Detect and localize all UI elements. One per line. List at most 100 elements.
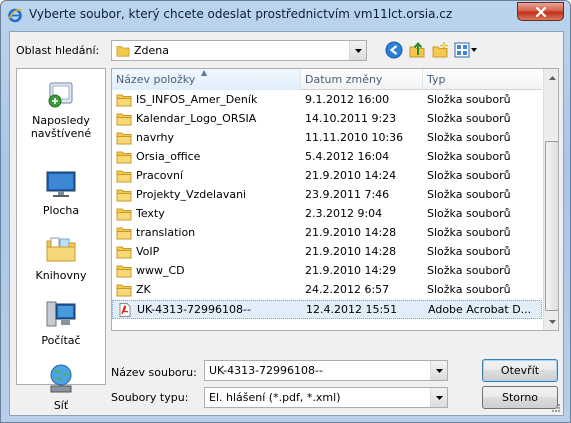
file-type: Složka souborů [427,150,511,163]
vertical-scrollbar[interactable] [543,69,558,330]
column-header-name[interactable]: ▲ Název položky [112,69,301,90]
recent-places-icon [48,82,73,108]
file-date: 5.4.2012 16:04 [305,150,390,163]
column-header-type[interactable]: Typ [423,69,542,90]
filename-label: Název souboru: [111,366,197,379]
pdf-icon [119,303,131,317]
file-type: Složka souborů [427,245,511,258]
lookin-value: Zdena [134,44,169,57]
column-header-date[interactable]: Datum změny [301,69,423,90]
sort-ascending-icon: ▲ [201,68,208,77]
filetype-label: Soubory typu: [111,391,189,404]
file-type: Složka souborů [427,264,511,277]
file-type: Složka souborů [427,131,511,144]
file-name: Projekty_Vzdelavani [136,188,247,201]
place-libraries[interactable]: Knihovny [17,232,105,282]
file-row[interactable]: www_CD 21.9.2010 14:29 Složka souborů [112,262,542,281]
filename-input[interactable]: UK-4313-72996108-- [209,364,323,377]
file-date: 21.9.2010 14:29 [305,264,397,277]
ie-icon [7,8,22,23]
folder-icon [116,113,132,126]
file-name: www_CD [136,264,185,277]
file-list[interactable]: ▲ Název položky Datum změny Typ IS_INFOS… [111,68,559,331]
file-name: Kalendar_Logo_ORSIA [136,112,257,125]
file-row[interactable]: navrhy 11.11.2010 10:36 Složka souborů [112,129,542,148]
file-name: Texty [136,207,165,220]
views-menu-icon [454,42,477,58]
folder-icon [116,132,132,145]
file-type: Složka souborů [427,169,511,182]
file-type: Adobe Acrobat D... [428,303,532,316]
folder-icon [116,46,130,57]
open-button[interactable]: Otevřít [482,359,558,382]
file-dialog-window: Vyberte soubor, který chcete odeslat pro… [0,0,571,423]
filetype-value: El. hlášení (*.pdf, *.xml) [209,391,341,404]
folder-icon [116,246,132,259]
file-row[interactable]: Orsia_office 5.4.2012 16:04 Složka souborů [112,148,542,167]
file-row[interactable]: Kalendar_Logo_ORSIA 14.10.2011 9:23 Složka… [112,110,542,129]
title-bar[interactable]: Vyberte soubor, který chcete odeslat pro… [1,1,570,29]
place-network[interactable]: Síť [17,362,105,412]
file-row[interactable]: ZK 24.2.2012 6:57 Složka souborů [112,281,542,300]
place-label: Síť [53,399,69,412]
up-folder-button[interactable] [406,39,428,61]
file-row[interactable]: UK-4313-72996108-- 12.4.2012 15:51 Adobe A… [112,300,542,319]
back-button[interactable] [383,39,405,61]
file-row[interactable]: IS_INFOS_Amer_Deník 9.1.2012 16:00 Složka … [112,91,542,110]
place-computer[interactable]: Počítač [17,297,105,347]
views-menu-button[interactable] [453,39,479,61]
file-row[interactable]: Pracovní 21.9.2010 14:24 Složka souborů [112,167,542,186]
chevron-down-icon [435,395,443,400]
filetype-dropdown-button[interactable] [430,388,447,407]
file-row[interactable]: VoIP 21.9.2010 14:28 Složka souborů [112,243,542,262]
chevron-down-icon [354,48,362,53]
file-type: Složka souborů [427,283,511,296]
new-folder-icon [432,41,449,58]
file-date: 11.11.2010 10:36 [305,131,404,144]
place-recent[interactable]: Naposledy navštívené [17,77,105,140]
scroll-down-button[interactable] [544,313,558,330]
network-icon [50,364,72,393]
file-date: 2.3.2012 9:04 [305,207,383,220]
file-name: ZK [136,283,151,296]
file-date: 23.9.2011 7:46 [305,188,390,201]
scrollbar-thumb[interactable] [545,141,558,311]
lookin-label: Oblast hledání: [16,44,100,57]
file-date: 9.1.2012 16:00 [305,93,390,106]
file-row[interactable]: Texty 2.3.2012 9:04 Složka souborů [112,205,542,224]
close-icon [535,6,546,17]
libraries-icon [46,237,76,262]
file-type: Složka souborů [427,207,511,220]
file-name: translation [136,226,196,239]
chevron-up-icon [548,75,556,80]
back-arrow-icon [385,41,403,59]
file-name: navrhy [136,131,175,144]
folder-icon [116,94,132,107]
file-row[interactable]: translation 21.9.2010 14:28 Složka souborů [112,224,542,243]
file-date: 12.4.2012 15:51 [306,303,398,316]
chevron-down-icon [435,368,443,373]
place-desktop[interactable]: Plocha [17,167,105,217]
folder-icon [116,265,132,278]
close-button[interactable] [517,2,564,21]
file-row[interactable]: Projekty_Vzdelavani 23.9.2011 7:46 Složka … [112,186,542,205]
filetype-combobox[interactable]: El. hlášení (*.pdf, *.xml) [204,387,448,408]
resize-grip-icon[interactable] [551,403,561,413]
file-date: 21.9.2010 14:24 [305,169,397,182]
lookin-combobox[interactable]: Zdena [111,40,367,61]
desktop-icon [46,171,76,197]
file-type: Složka souborů [427,226,511,239]
place-label: Plocha [42,204,80,217]
scroll-up-button[interactable] [544,69,558,86]
folder-icon [116,208,132,221]
file-type: Složka souborů [427,112,511,125]
places-bar: Naposledy navštívené Plocha Knihovny Poč… [16,68,106,412]
place-label: Počítač [41,334,81,347]
filename-combobox[interactable]: UK-4313-72996108-- [204,360,448,381]
filename-dropdown-button[interactable] [430,361,447,380]
dialog-client-area: Oblast hledání: Zdena Naposledy navštíve… [9,31,564,416]
up-folder-icon [409,41,425,58]
lookin-dropdown-button[interactable] [349,41,366,60]
new-folder-button[interactable] [429,39,451,61]
cancel-button[interactable]: Storno [482,386,558,409]
